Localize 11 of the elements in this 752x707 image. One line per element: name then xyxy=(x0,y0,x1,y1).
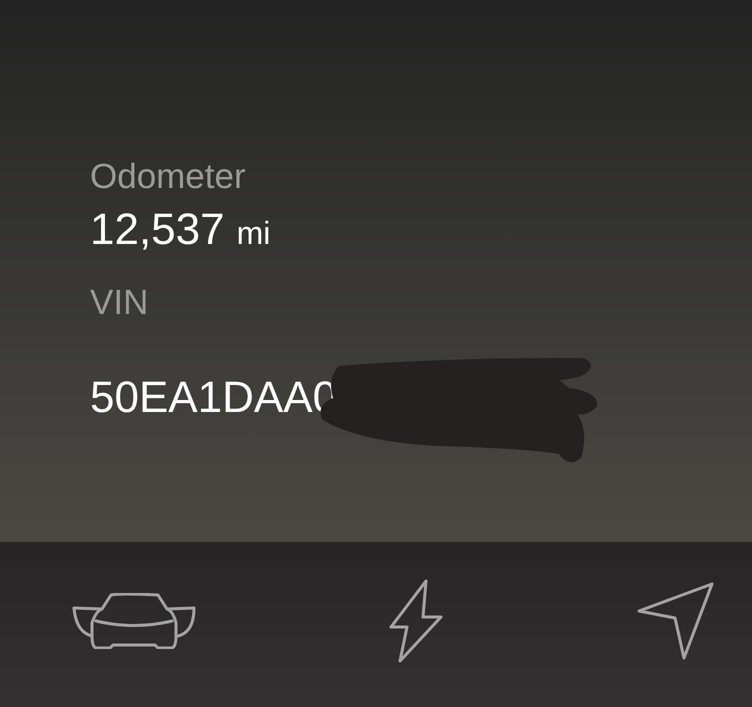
field-label: Odometer xyxy=(90,156,246,198)
tab-button[interactable] xyxy=(636,580,716,660)
field-label: VIN xyxy=(90,282,148,324)
lightning-bolt-icon xyxy=(388,578,444,662)
navigation-arrow-icon xyxy=(636,580,716,660)
car-icon xyxy=(72,592,196,648)
field-value: 12,537 xyxy=(90,204,225,256)
tab-button[interactable] xyxy=(72,592,196,648)
tab-button[interactable] xyxy=(388,578,444,662)
field-value: 50EA1DAA0 xyxy=(90,372,338,424)
unit-label: mi xyxy=(236,214,270,252)
